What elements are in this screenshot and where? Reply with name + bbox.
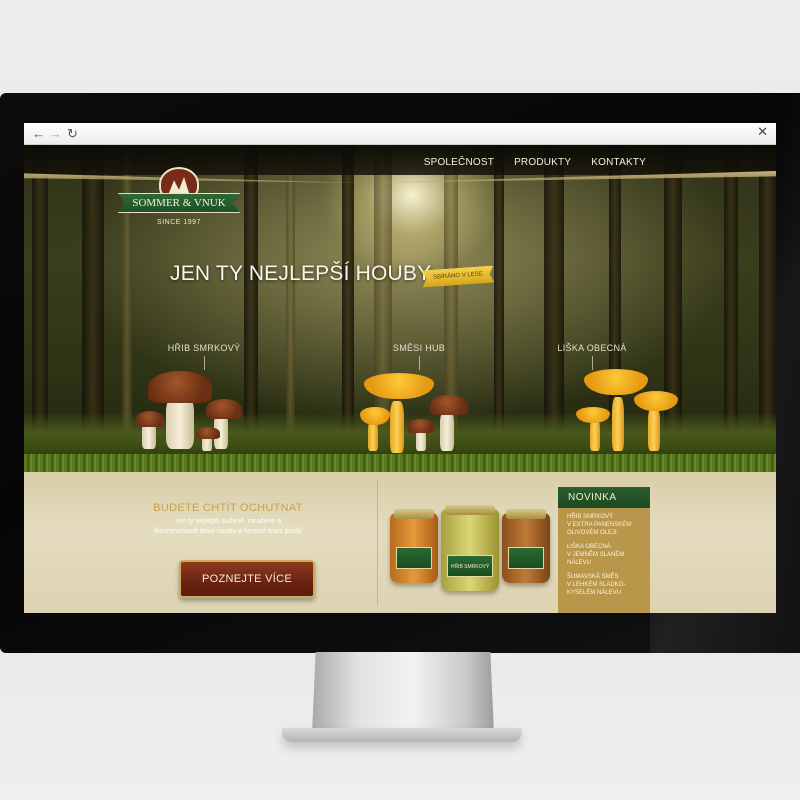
- tree-trunk: [544, 145, 564, 432]
- logo-since: SINCE 1997: [157, 219, 201, 226]
- jar-lid: [445, 505, 495, 515]
- news-item[interactable]: ŠUMAVSKÁ SMĚS V LEHKÉM SLADKO- KYSELÉM N…: [567, 573, 645, 597]
- mushroom-mix-image[interactable]: [360, 371, 472, 459]
- back-arrow-icon[interactable]: ←: [30, 124, 47, 144]
- section-divider: [377, 480, 378, 605]
- product-jar-featured[interactable]: HŘIB SMRKOVÝ: [441, 505, 499, 591]
- jar-lid: [506, 509, 546, 519]
- mushroom-cap: [196, 427, 220, 439]
- jar-label: [396, 547, 432, 569]
- reload-icon[interactable]: ↻: [64, 124, 81, 144]
- close-icon[interactable]: ✕: [757, 124, 768, 140]
- mushroom-stem: [368, 421, 378, 451]
- hero-banner: SPOLEČNOST PRODUKTY KONTAKTY SOMMER & VN…: [24, 145, 776, 472]
- mushroom-stem: [166, 395, 194, 449]
- monitor-stand-base: [282, 728, 522, 742]
- mushroom-cap: [408, 419, 434, 433]
- tree-trunk: [342, 145, 354, 432]
- product-jar[interactable]: [502, 509, 550, 583]
- nav-item-produkty[interactable]: PRODUKTY: [514, 157, 571, 168]
- mushroom-stem: [612, 397, 624, 451]
- browser-toolbar: ← → ↻ ✕: [24, 123, 776, 145]
- jar-lid: [394, 509, 434, 519]
- product-label-liska[interactable]: LIŠKA OBECNÁ: [550, 343, 634, 370]
- brand-logo[interactable]: SOMMER & VNUK SINCE 1997: [118, 167, 240, 237]
- hero-badge: SBÍRÁNO V LESE: [421, 266, 494, 288]
- mushroom-stem: [440, 411, 454, 451]
- product-label-text: LIŠKA OBECNÁ: [557, 343, 627, 353]
- product-jar[interactable]: [390, 509, 438, 583]
- mushroom-cap: [206, 399, 242, 419]
- tree-trunk: [494, 145, 504, 432]
- mushroom-stem: [648, 407, 660, 451]
- main-nav: SPOLEČNOST PRODUKTY KONTAKTY: [424, 157, 646, 168]
- jar-label: [508, 547, 544, 569]
- news-list: HŘIB SMRKOVÝ V EXTRA PANENSKÉM OLIVOVÉM …: [558, 508, 650, 597]
- monitor-stand: [312, 652, 494, 734]
- product-label-text: HŘIB SMRKOVÝ: [167, 343, 241, 353]
- product-label-hrib[interactable]: HŘIB SMRKOVÝ: [164, 343, 244, 370]
- news-title: NOVINKA: [558, 487, 650, 508]
- jar-label: HŘIB SMRKOVÝ: [447, 555, 493, 577]
- promo-title: BUDETE CHTÍT OCHUTNAT: [153, 502, 303, 514]
- chanterelle-mushrooms-image[interactable]: [576, 369, 686, 455]
- tree-trunk: [724, 145, 738, 432]
- porcini-mushrooms-image[interactable]: [136, 371, 246, 455]
- product-label-smesi[interactable]: SMĚSI HUB: [382, 343, 456, 370]
- news-item[interactable]: LIŠKA OBECNÁ V JEMNĚM SLANÉM NÁLEVU: [567, 543, 645, 567]
- mushroom-cap: [360, 407, 390, 425]
- tree-trunk: [759, 145, 776, 432]
- tree-trunk: [286, 145, 295, 432]
- mushroom-cap: [576, 407, 610, 423]
- nav-item-kontakty[interactable]: KONTAKTY: [591, 157, 646, 168]
- product-label-text: SMĚSI HUB: [392, 343, 446, 353]
- mushroom-cap: [136, 411, 164, 427]
- tree-trunk: [244, 145, 258, 432]
- screen: ← → ↻ ✕ SPOLEČNOST PRODUKTY KONTAKTY SOM…: [24, 123, 776, 613]
- mushroom-stem: [590, 419, 600, 451]
- mushroom-cap: [430, 395, 468, 415]
- mushroom-cap: [364, 373, 434, 399]
- mushroom-stem: [390, 401, 404, 453]
- learn-more-button[interactable]: POZNEJTE VÍCE: [179, 560, 315, 598]
- logo-name: SOMMER & VNUK: [118, 193, 240, 213]
- hero-headline: JEN TY NEJLEPŠÍ HOUBY: [170, 262, 432, 285]
- tree-trunk: [32, 145, 48, 432]
- news-item[interactable]: HŘIB SMRKOVÝ V EXTRA PANENSKÉM OLIVOVÉM …: [567, 513, 645, 537]
- tree-trunk: [82, 145, 104, 432]
- mushroom-cap: [634, 391, 678, 411]
- forward-arrow-icon[interactable]: →: [47, 124, 64, 144]
- promo-description: Jen ty nejlepší sušené, mražené a konzer…: [154, 518, 302, 535]
- promo-section: BUDETE CHTÍT OCHUTNAT Jen ty nejlepší su…: [24, 472, 776, 613]
- news-panel: NOVINKA HŘIB SMRKOVÝ V EXTRA PANENSKÉM O…: [558, 487, 650, 613]
- label-pointer: [204, 356, 205, 370]
- label-pointer: [592, 356, 593, 370]
- nav-item-spolecnost[interactable]: SPOLEČNOST: [424, 157, 494, 168]
- mushroom-cap: [584, 369, 648, 395]
- mushroom-cap: [148, 371, 212, 403]
- label-pointer: [419, 356, 420, 370]
